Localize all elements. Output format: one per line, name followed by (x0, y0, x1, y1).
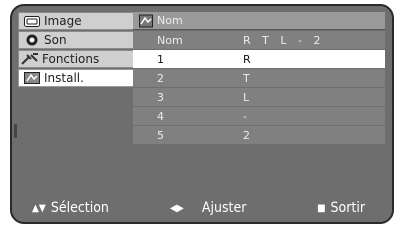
row-value: R T L - 2 (243, 33, 325, 47)
table-row[interactable]: Nom R T L - 2 (133, 31, 385, 49)
row-label: 1 (157, 52, 164, 66)
row-label: 5 (157, 128, 164, 142)
table-row[interactable]: 4 - (133, 107, 385, 125)
name-table: Nom Nom R T L - 2 1 R 2 T 3 L 4 - 5 2 (133, 12, 385, 145)
row-label: 4 (157, 109, 164, 123)
speaker-icon (23, 34, 41, 46)
sidebar-item-image[interactable]: Image (18, 12, 138, 30)
table-row[interactable]: 2 T (133, 69, 385, 87)
table-title: Nom (157, 14, 183, 27)
adjust-hint: ◀▶ Ajuster (170, 200, 246, 216)
table-header: Nom (133, 12, 385, 30)
row-label: 3 (157, 90, 164, 104)
sidebar-item-fonctions[interactable]: Fonctions (18, 50, 138, 68)
sidebar-item-label: Image (44, 14, 82, 28)
exit-label: Sortir (330, 200, 366, 216)
sidebar-item-label: Son (44, 33, 67, 47)
left-right-arrows-icon: ◀▶ (170, 202, 184, 214)
select-label: Sélection (50, 200, 109, 216)
table-row[interactable]: 3 L (133, 88, 385, 106)
table-row[interactable]: 5 2 (133, 126, 385, 144)
row-value: 2 (243, 128, 254, 142)
image-icon (23, 15, 41, 27)
sidebar-item-label: Install. (44, 71, 84, 85)
square-icon: ■ (317, 202, 326, 214)
bezel-notch (14, 124, 17, 138)
row-value: - (243, 109, 251, 123)
up-down-arrows-icon: ▲▼ (32, 202, 46, 214)
install-icon (139, 14, 153, 28)
adjust-label: Ajuster (201, 200, 247, 216)
sidebar-item-son[interactable]: Son (18, 31, 138, 49)
row-value: T (243, 71, 254, 85)
footer-hints: ▲▼ Sélection ◀▶ Ajuster ■ Sortir (12, 194, 392, 222)
osd-menu-screen: Image Son Fonctions Install. Nom Nom R T… (10, 4, 394, 224)
row-label: 2 (157, 71, 164, 85)
row-value: L (243, 90, 254, 104)
sidebar-menu: Image Son Fonctions Install. (18, 12, 138, 88)
table-row-selected[interactable]: 1 R (133, 50, 385, 68)
select-hint: ▲▼ Sélection (32, 200, 109, 216)
row-value: R (243, 52, 255, 66)
install-icon (23, 72, 41, 84)
sidebar-item-label: Fonctions (42, 52, 100, 66)
row-label: Nom (157, 33, 183, 47)
sidebar-item-install[interactable]: Install. (18, 69, 138, 87)
exit-hint: ■ Sortir (317, 200, 365, 216)
tools-icon (21, 53, 39, 65)
